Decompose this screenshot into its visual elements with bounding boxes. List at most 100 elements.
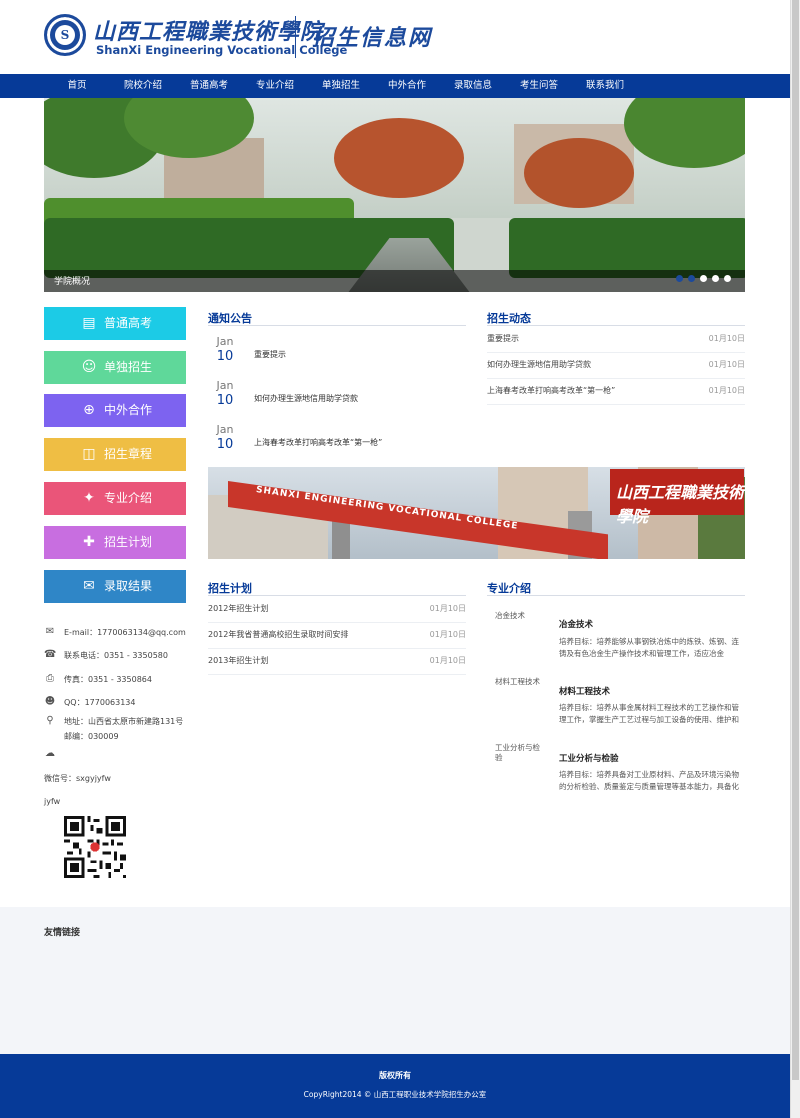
news-title[interactable]: 招生动态	[487, 310, 531, 326]
slide-dot[interactable]	[676, 275, 683, 282]
scrollbar-thumb[interactable]	[792, 0, 799, 1080]
major-description: 培养目标：培养具备对工业原材料、产品及环境污染物的分析检验、质量鉴定与质量管理等…	[559, 770, 739, 791]
wechat-icon: ☁	[45, 748, 55, 759]
slide-indicators	[671, 272, 731, 285]
news-row[interactable]: 如何办理生源地信用助学贷款 01月10日	[487, 353, 745, 379]
campus-banner[interactable]: 学院概况	[44, 98, 745, 292]
mail-icon: ✉	[83, 578, 95, 594]
major-name[interactable]: 材料工程技术	[559, 685, 610, 697]
major-name[interactable]: 冶金技术	[559, 618, 593, 630]
nav-item-gaokao[interactable]: 普通高考	[176, 74, 242, 98]
qq-icon: ☻	[44, 696, 56, 707]
news-item-date: 01月10日	[708, 386, 745, 395]
side-button-gaokao[interactable]: ▤ 普通高考	[44, 307, 186, 340]
contact-wechat-id-text: jyfw	[44, 797, 61, 806]
news-item-title[interactable]: 如何办理生源地信用助学贷款	[487, 359, 591, 370]
side-button-independent[interactable]: ☺ 单独招生	[44, 351, 186, 384]
side-button-cooperation[interactable]: ⊕ 中外合作	[44, 394, 186, 427]
contact-qq-text: QQ：1770063134	[64, 698, 136, 707]
side-button-regulations[interactable]: ◫ 招生章程	[44, 438, 186, 471]
plan-row[interactable]: 2012年我省普通高校招生录取时间安排 01月10日	[208, 623, 466, 649]
contact-postcode-text: 邮编：030009	[64, 732, 119, 741]
nav-item-about[interactable]: 院校介绍	[110, 74, 176, 98]
nav-item-contact[interactable]: 联系我们	[572, 74, 638, 98]
plans-underline	[208, 595, 466, 596]
notice-date: Jan 10	[208, 379, 242, 408]
side-button-label: 单独招生	[104, 360, 153, 374]
contact-wechat-text: 微信号：sxgyjyfw	[44, 774, 111, 783]
page-scrollbar[interactable]	[790, 0, 800, 1118]
side-button-majors[interactable]: ✦ 专业介绍	[44, 482, 186, 515]
banner-hedge	[509, 218, 745, 278]
banner-caption: 学院概况	[54, 277, 91, 287]
side-button-label: 中外合作	[104, 403, 153, 417]
notice-day: 10	[216, 349, 234, 364]
news-item-date: 01月10日	[708, 334, 745, 343]
majors-title[interactable]: 专业介绍	[487, 580, 531, 596]
plan-row[interactable]: 2013年招生计划 01月10日	[208, 649, 466, 675]
notice-item-title[interactable]: 如何办理生源地信用助学贷款	[254, 393, 358, 404]
friend-links-section: 友情链接	[0, 907, 790, 1054]
plan-item-title[interactable]: 2012年我省普通高校招生录取时间安排	[208, 629, 348, 640]
notice-item-title[interactable]: 重要提示	[254, 349, 286, 360]
plan-row[interactable]: 2012年招生计划 01月10日	[208, 597, 466, 623]
side-button-label: 录取结果	[104, 579, 153, 593]
nav-item-home[interactable]: 首页	[44, 74, 110, 98]
contact-fax-text: 传真：0351 - 3350864	[64, 675, 152, 684]
notice-date: Jan 10	[208, 335, 242, 364]
nav-item-cooperation[interactable]: 中外合作	[374, 74, 440, 98]
notice-item-title[interactable]: 上海春考改革打响高考改革“第一枪”	[254, 437, 382, 448]
nav-item-majors[interactable]: 专业介绍	[242, 74, 308, 98]
site-name: 招生信息网	[312, 25, 433, 51]
banner-tree	[334, 118, 464, 198]
nav-item-admission[interactable]: 录取信息	[440, 74, 506, 98]
slide-dot[interactable]	[700, 275, 707, 282]
news-item-title[interactable]: 上海春考改革打响高考改革“第一枪”	[487, 385, 615, 396]
printer-icon: ⎙	[46, 673, 54, 684]
main-nav: 首页 院校介绍 普通高考 专业介绍 单独招生 中外合作 录取信息 考生问答 联系…	[0, 74, 790, 98]
side-button-label: 专业介绍	[104, 491, 153, 505]
plans-title[interactable]: 招生计划	[208, 580, 252, 596]
nav-item-independent[interactable]: 单独招生	[308, 74, 374, 98]
photo-gate-sign: 山西工程職業技術學院	[610, 469, 744, 526]
side-button-results[interactable]: ✉ 录取结果	[44, 570, 186, 603]
news-row[interactable]: 上海春考改革打响高考改革“第一枪” 01月10日	[487, 379, 745, 405]
major-image[interactable]: 材料工程技术	[495, 677, 555, 687]
news-underline	[487, 325, 745, 326]
header-divider	[295, 16, 296, 58]
college-name-en: ShanXi Engineering Vocational College	[96, 43, 348, 57]
major-name[interactable]: 工业分析与检验	[559, 752, 619, 764]
college-logo[interactable]: S	[44, 14, 86, 56]
campus-gate-photo[interactable]: SHANXI ENGINEERING VOCATIONAL COLLEGE 山西…	[208, 467, 745, 559]
notices-title[interactable]: 通知公告	[208, 310, 252, 326]
side-button-label: 招生章程	[104, 447, 153, 461]
major-image[interactable]: 冶金技术	[495, 611, 555, 621]
plan-item-date: 01月10日	[429, 630, 466, 639]
major-description: 培养目标：培养从事金属材料工程技术的工艺操作和管理工作，掌握生产工艺过程与加工设…	[559, 703, 739, 724]
college-name-cn: 山西工程職業技術學院	[93, 19, 324, 45]
plan-item-title[interactable]: 2013年招生计划	[208, 655, 268, 666]
contact-email-text[interactable]: E-mail：1770063134@qq.com	[64, 627, 186, 638]
footer-rights: 版权所有	[379, 1071, 411, 1080]
document-icon: ◫	[82, 446, 96, 462]
photo-gate-sign-text: 山西工程職業技術學院	[616, 483, 745, 526]
news-item-date: 01月10日	[708, 360, 745, 369]
notice-date: Jan 10	[208, 423, 242, 452]
globe-icon: ⊕	[83, 402, 95, 418]
news-row[interactable]: 重要提示 01月10日	[487, 327, 745, 353]
side-button-plans[interactable]: ✚ 招生计划	[44, 526, 186, 559]
news-item-title[interactable]: 重要提示	[487, 333, 519, 344]
plan-item-date: 01月10日	[429, 604, 466, 613]
majors-underline	[487, 595, 745, 596]
plan-item-title[interactable]: 2012年招生计划	[208, 603, 268, 614]
slide-dot[interactable]	[724, 275, 731, 282]
major-image[interactable]: 工业分析与检验	[495, 743, 545, 763]
user-icon: ☺	[81, 359, 97, 375]
notice-month: Jan	[216, 379, 234, 392]
slide-dot[interactable]	[688, 275, 695, 282]
phone-icon: ☎	[44, 649, 57, 660]
slide-dot[interactable]	[712, 275, 719, 282]
nav-item-faq[interactable]: 考生问答	[506, 74, 572, 98]
pin-icon: ✦	[83, 490, 95, 506]
major-description: 培养目标：培养能够从事钢铁冶炼中的炼铁、炼钢、连铸及有色冶金生产操作技术和管理工…	[559, 637, 739, 658]
